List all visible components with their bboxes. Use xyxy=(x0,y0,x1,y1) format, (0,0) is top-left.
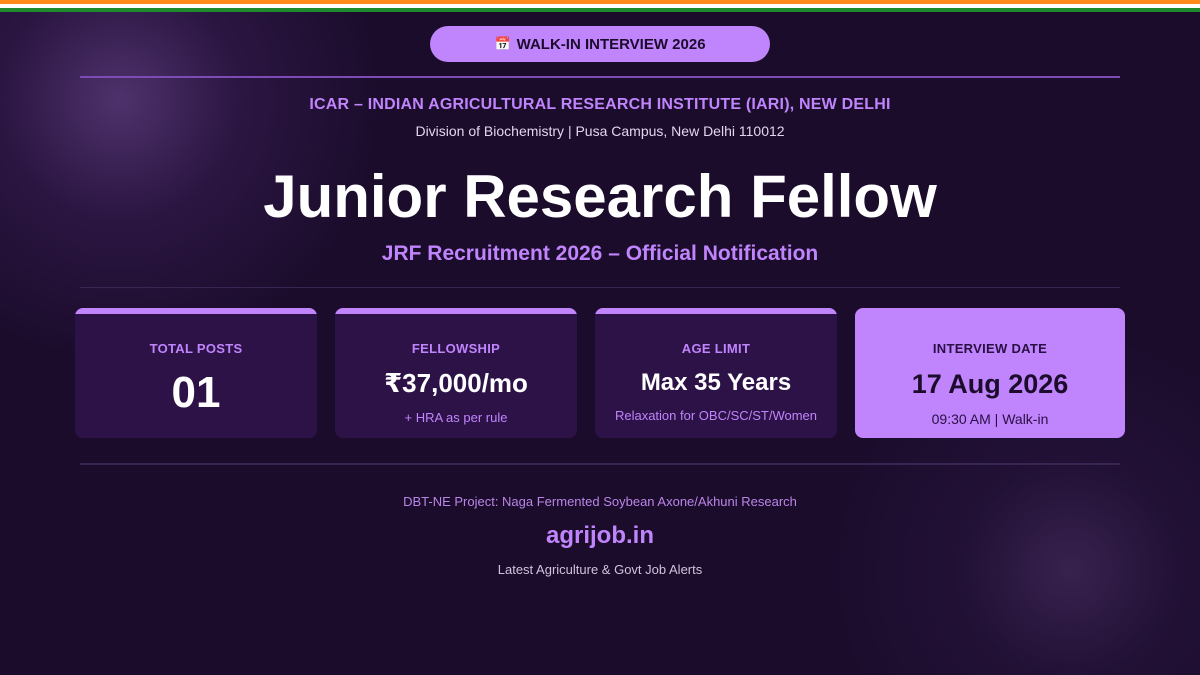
tricolor-strip xyxy=(0,0,1200,12)
fellowship-label: FELLOWSHIP xyxy=(411,341,501,356)
green-band xyxy=(0,8,1200,12)
total-posts-value: 01 xyxy=(171,368,221,417)
fellowship-note: + HRA as per rule xyxy=(404,410,508,425)
card-accent-bar xyxy=(335,308,577,314)
project-line: DBT-NE Project: Naga Fermented Soybean A… xyxy=(403,494,797,509)
interview-date-label: INTERVIEW DATE xyxy=(932,341,1048,356)
age-limit-value: Max 35 Years xyxy=(640,369,792,396)
page-title: Junior Research Fellow xyxy=(263,163,937,230)
card-accent-bar xyxy=(595,308,837,314)
organization-subtitle: Division of Biochemistry | Pusa Campus, … xyxy=(415,123,785,139)
site-name: agrijob.in xyxy=(546,522,654,549)
card-accent-bar xyxy=(75,308,317,314)
total-posts-label: TOTAL POSTS xyxy=(149,341,243,356)
site-tagline: Latest Agriculture & Govt Job Alerts xyxy=(497,562,703,577)
page-subtitle: JRF Recruitment 2026 – Official Notifica… xyxy=(381,242,819,265)
interview-date-value: 17 Aug 2026 xyxy=(911,369,1069,399)
age-limit-card: AGE LIMIT Max 35 Years Relaxation for OB… xyxy=(595,308,837,438)
interview-time-note: 09:30 AM | Walk-in xyxy=(931,411,1049,427)
fellowship-value-row: ₹37,000/mo xyxy=(335,368,577,399)
age-limit-note: Relaxation for OBC/SC/ST/Women xyxy=(614,408,818,423)
bottom-divider xyxy=(80,463,1120,465)
rupee-icon: ₹ xyxy=(384,369,403,399)
calendar-icon: 📅 xyxy=(494,36,511,52)
middle-divider xyxy=(80,287,1120,288)
badge-label: WALK-IN INTERVIEW 2026 xyxy=(516,35,706,53)
fellowship-card: FELLOWSHIP ₹37,000/mo + HRA as per rule xyxy=(335,308,577,438)
interview-date-card: INTERVIEW DATE 17 Aug 2026 09:30 AM | Wa… xyxy=(855,308,1125,438)
walk-in-badge: 📅 WALK-IN INTERVIEW 2026 xyxy=(430,26,770,62)
top-divider xyxy=(80,76,1120,78)
organization-name: ICAR – INDIAN AGRICULTURAL RESEARCH INST… xyxy=(309,96,891,113)
total-posts-card: TOTAL POSTS 01 xyxy=(75,308,317,438)
fellowship-value: 37,000/mo xyxy=(402,368,528,398)
age-limit-label: AGE LIMIT xyxy=(681,341,751,356)
